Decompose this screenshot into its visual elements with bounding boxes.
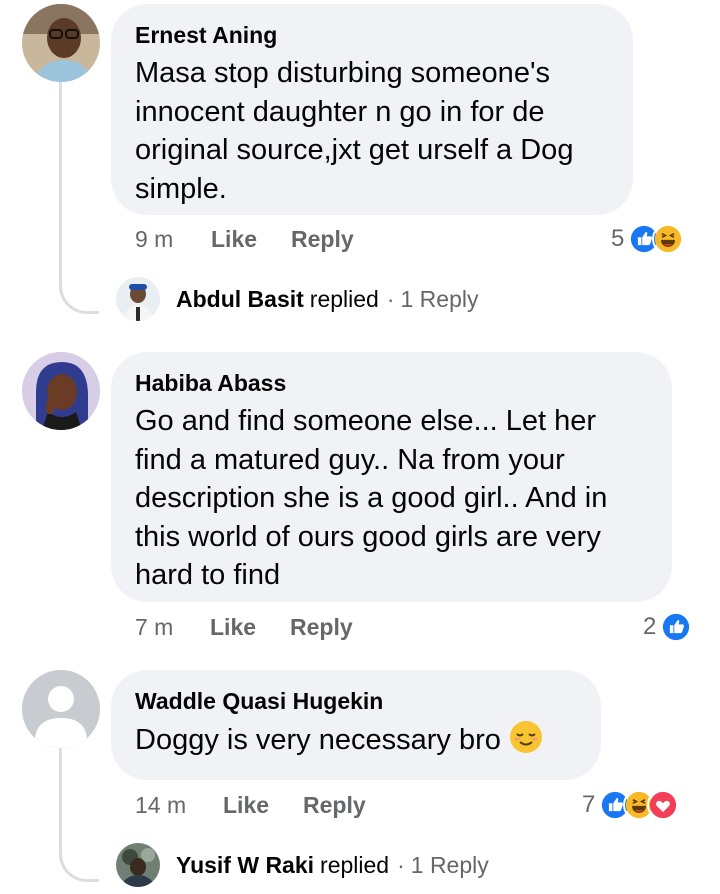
reply-author: Abdul Basit [176, 285, 304, 312]
reply-count: 1 Reply [400, 285, 479, 312]
like-button[interactable]: Like [223, 790, 303, 820]
thread-connector [59, 842, 99, 882]
love-icon [647, 789, 680, 821]
separator-dot: · [386, 285, 395, 312]
separator-dot: · [397, 851, 405, 878]
default-avatar[interactable] [22, 670, 100, 748]
avatar [116, 843, 160, 887]
comment-author[interactable]: Waddle Quasi Hugekin [135, 686, 577, 716]
like-button[interactable]: Like [211, 224, 291, 254]
comment-bubble: Waddle Quasi Hugekin Doggy is very neces… [111, 670, 601, 780]
thread-connector [59, 274, 99, 314]
like-icon [660, 611, 693, 643]
like-button[interactable]: Like [210, 612, 290, 642]
reaction-summary[interactable]: 5 [611, 222, 685, 256]
comment-text: Masa stop disturbing someone's innocent … [135, 57, 574, 205]
relieved-face-emoji [509, 720, 543, 754]
comment-actions: 9 m Like Reply [135, 224, 354, 254]
reaction-count: 2 [643, 613, 657, 640]
comment-bubble: Habiba Abass Go and find someone else...… [111, 352, 672, 602]
comment-text: Go and find someone else... Let her find… [135, 405, 608, 591]
reply-button[interactable]: Reply [303, 790, 366, 820]
replied-label: replied [320, 851, 390, 878]
view-replies-link[interactable]: Yusif W Raki replied · 1 Reply [116, 843, 489, 887]
comment-author[interactable]: Habiba Abass [135, 368, 648, 398]
reply-button[interactable]: Reply [290, 612, 353, 642]
comment-time[interactable]: 14 m [135, 790, 223, 820]
avatar [116, 277, 160, 321]
reaction-count: 5 [611, 225, 625, 252]
reply-count: 1 Reply [410, 851, 489, 878]
thread-line [59, 748, 62, 844]
thread-line [59, 82, 62, 276]
comment-time[interactable]: 7 m [135, 612, 210, 642]
comment-author[interactable]: Ernest Aning [135, 20, 609, 50]
comment-actions: 14 m Like Reply [135, 790, 366, 820]
reply-button[interactable]: Reply [291, 224, 354, 254]
comment-bubble: Ernest Aning Masa stop disturbing someon… [111, 4, 633, 215]
view-replies-link[interactable]: Abdul Basit replied · 1 Reply [116, 277, 478, 321]
haha-icon [652, 223, 685, 255]
avatar[interactable] [22, 352, 100, 430]
comment-text-row: Doggy is very necessary bro [135, 720, 577, 760]
reaction-summary[interactable]: 2 [643, 610, 693, 644]
comment-text: Doggy is very necessary bro [135, 724, 501, 756]
replied-label: replied [309, 285, 379, 312]
reaction-count: 7 [582, 791, 596, 818]
reaction-summary[interactable]: 7 [582, 788, 680, 822]
comment-actions: 7 m Like Reply [135, 612, 353, 642]
reply-author: Yusif W Raki [176, 851, 315, 878]
avatar[interactable] [22, 4, 100, 82]
comment-time[interactable]: 9 m [135, 224, 211, 254]
